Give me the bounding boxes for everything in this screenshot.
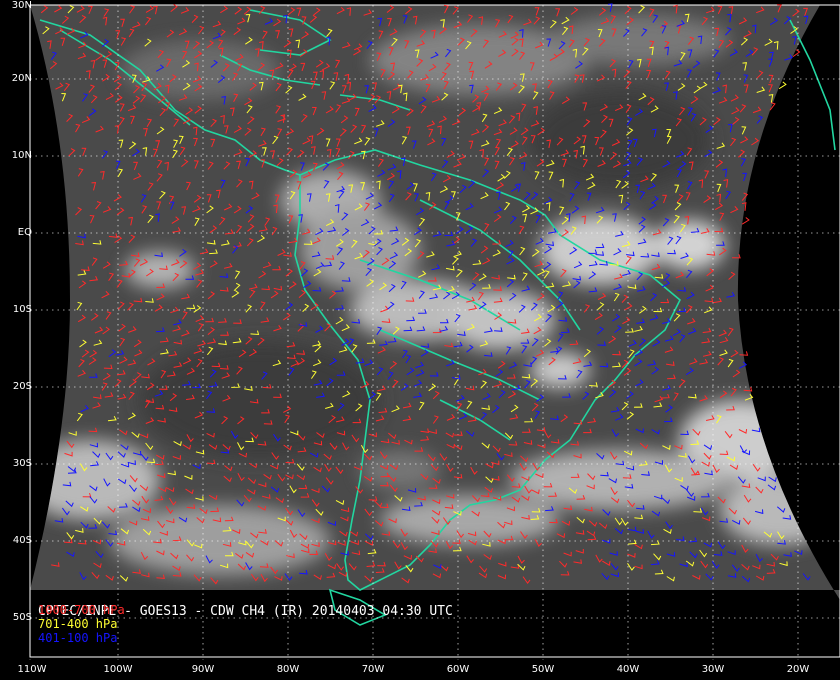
lon-label-20w: 20W	[786, 664, 810, 675]
lat-label-30s: 30S	[12, 458, 32, 469]
lat-label-eq: EQ	[17, 227, 32, 238]
lat-label-10s: 10S	[12, 304, 32, 315]
legend-entry-mid: 701-400 hPa	[38, 617, 118, 631]
lat-label-40s: 40S	[12, 535, 32, 546]
lon-label-110w: 110W	[17, 664, 47, 675]
lat-label-10n: 10N	[11, 150, 32, 161]
lat-label-20s: 20S	[12, 381, 32, 392]
lon-label-60w: 60W	[446, 664, 470, 675]
lon-label-80w: 80W	[276, 664, 300, 675]
lon-label-30w: 30W	[701, 664, 725, 675]
ir-image	[30, 5, 840, 600]
lon-label-100w: 100W	[103, 664, 133, 675]
legend-entry-low: 1000-700 hPa	[38, 603, 125, 617]
lat-label-30n: 30N	[11, 0, 32, 11]
lon-label-90w: 90W	[191, 664, 215, 675]
lon-label-70w: 70W	[361, 664, 385, 675]
satellite-wind-map: CPTEC/INPE - GOES13 - CDW CH4 (IR) 20140…	[0, 0, 840, 680]
lon-label-40w: 40W	[616, 664, 640, 675]
lon-label-50w: 50W	[531, 664, 555, 675]
legend-entry-high: 401-100 hPa	[38, 631, 118, 645]
lat-label-20n: 20N	[11, 73, 32, 84]
pressure-legend: 1000-700 hPa 701-400 hPa 401-100 hPa	[38, 603, 125, 645]
lat-label-50s: 50S	[12, 612, 32, 623]
